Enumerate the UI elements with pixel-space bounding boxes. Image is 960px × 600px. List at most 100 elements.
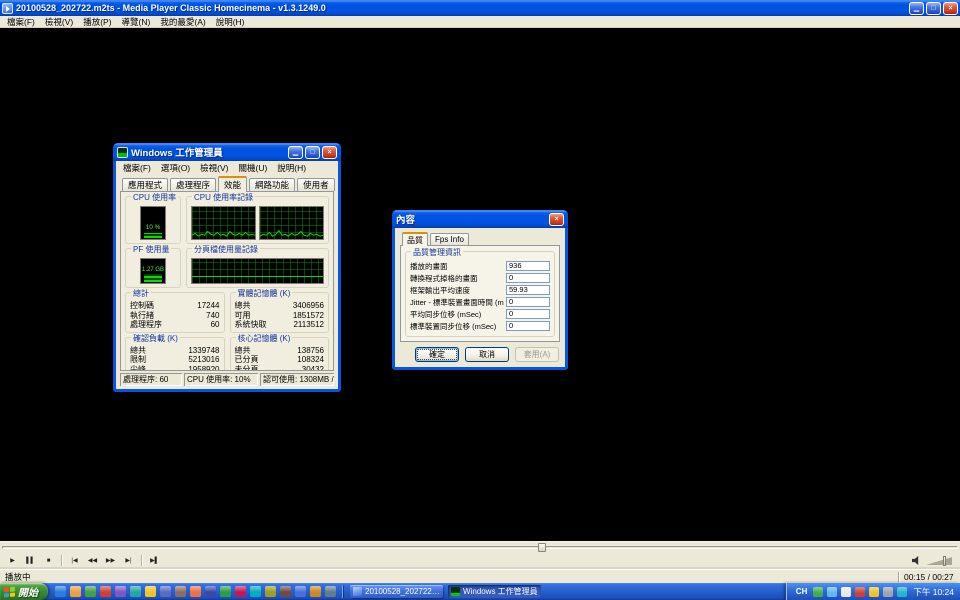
pause-button[interactable]: ▌▌	[22, 554, 39, 568]
quicklaunch-icon[interactable]	[175, 586, 186, 597]
stat-label: 系統快取	[235, 320, 267, 330]
taskmgr-close-button[interactable]: ×	[322, 146, 337, 159]
quicklaunch-icon[interactable]	[310, 586, 321, 597]
menu-favorites[interactable]: 我的最愛(A)	[155, 16, 210, 28]
taskbar-clock[interactable]: 下午 10:24	[911, 586, 954, 598]
status-commit-charge: 認可使用: 1308MB / 5090MB	[260, 373, 334, 386]
jitter-field[interactable]: 0	[506, 297, 550, 307]
start-button[interactable]: 開始	[0, 583, 48, 600]
seek-channel[interactable]	[2, 546, 958, 549]
taskmgr-menu-file[interactable]: 檔案(F)	[118, 162, 156, 174]
taskmgr-menu-help[interactable]: 說明(H)	[272, 162, 311, 174]
tray-icon[interactable]	[841, 587, 851, 597]
quicklaunch-icon[interactable]	[70, 586, 81, 597]
group-title: 核心記憶體 (K)	[236, 333, 293, 344]
taskmgr-maximize-button[interactable]: □	[305, 146, 320, 159]
quicklaunch-icon[interactable]	[130, 586, 141, 597]
quicklaunch-icon[interactable]	[235, 586, 246, 597]
seek-thumb[interactable]	[538, 543, 546, 552]
stop-button[interactable]: ■	[40, 554, 57, 568]
menu-play[interactable]: 播放(P)	[78, 16, 116, 28]
avg-sync-offset-field[interactable]: 0	[506, 309, 550, 319]
taskmgr-menu-view[interactable]: 檢視(V)	[195, 162, 233, 174]
quicklaunch-icon[interactable]	[280, 586, 291, 597]
tray-icon[interactable]	[813, 587, 823, 597]
tray-icon[interactable]	[855, 587, 865, 597]
volume-icon[interactable]	[912, 556, 922, 565]
quicklaunch-icon[interactable]	[55, 586, 66, 597]
quicklaunch-icon[interactable]	[115, 586, 126, 597]
menu-navigate[interactable]: 導覽(N)	[117, 16, 156, 28]
quicklaunch-icon[interactable]	[190, 586, 201, 597]
std-sync-offset-field[interactable]: 0	[506, 321, 550, 331]
quicklaunch-icon[interactable]	[205, 586, 216, 597]
group-title: PF 使用量	[131, 244, 171, 255]
frame-rate-field[interactable]: 59.93	[506, 285, 550, 295]
volume-thumb[interactable]	[943, 556, 946, 566]
skip-back-button[interactable]: |◀	[66, 554, 83, 568]
seek-bar[interactable]	[0, 541, 960, 552]
dialog-buttons: 確定 取消 套用(A)	[400, 342, 560, 362]
ok-button[interactable]: 確定	[415, 347, 459, 362]
menu-view[interactable]: 檢視(V)	[40, 16, 78, 28]
language-indicator[interactable]: CH	[794, 587, 810, 596]
pf-usage-meter: 1.27 GB	[140, 258, 166, 284]
quicklaunch-icon[interactable]	[325, 586, 336, 597]
tab-performance[interactable]: 效能	[218, 176, 247, 192]
toolbar-separator	[61, 555, 62, 566]
group-title: 分頁檔使用量記錄	[192, 244, 260, 255]
pf-history-group: 分頁檔使用量記錄	[186, 248, 329, 288]
quicklaunch-icon[interactable]	[145, 586, 156, 597]
volume-slider[interactable]	[926, 555, 952, 566]
menu-file[interactable]: 檔案(F)	[2, 16, 40, 28]
menu-help[interactable]: 說明(H)	[211, 16, 250, 28]
stat-label: 總共	[235, 346, 251, 356]
tray-icon[interactable]	[827, 587, 837, 597]
mpc-task-icon	[353, 587, 362, 596]
tray-icon[interactable]	[897, 587, 907, 597]
start-label: 開始	[18, 584, 38, 599]
fast-forward-button[interactable]: ▶▶	[102, 554, 119, 568]
frames-dropped-field[interactable]: 0	[506, 273, 550, 283]
tab-networking[interactable]: 網路功能	[249, 178, 295, 191]
mpc-titlebar[interactable]: 20100528_202722.m2ts - Media Player Clas…	[0, 0, 960, 16]
quicklaunch-icon[interactable]	[295, 586, 306, 597]
taskbar-button-mpc[interactable]: 20100528_202722.m...	[350, 585, 443, 598]
quicklaunch-icon[interactable]	[85, 586, 96, 597]
close-button[interactable]: ×	[943, 2, 958, 15]
quicklaunch-icon[interactable]	[160, 586, 171, 597]
tab-quality[interactable]: 品質	[402, 232, 428, 246]
tray-icon[interactable]	[869, 587, 879, 597]
taskmgr-statistics: 總計 控制碼17244 執行緒740 處理程序60 實體記憶體 (K) 總共34…	[125, 292, 329, 371]
frames-played-field[interactable]: 936	[506, 261, 550, 271]
tray-icon[interactable]	[883, 587, 893, 597]
task-button-label: Windows 工作管理員	[463, 586, 538, 597]
play-button[interactable]: ▶	[4, 554, 21, 568]
field-row: 平均同步位移 (mSec) 0	[409, 308, 551, 320]
tab-users[interactable]: 使用者	[297, 178, 335, 191]
taskmgr-titlebar[interactable]: Windows 工作管理員 ▁ □ ×	[113, 143, 341, 161]
tab-applications[interactable]: 應用程式	[122, 178, 168, 191]
dialog-titlebar[interactable]: 內容 ×	[392, 210, 568, 228]
dialog-close-button[interactable]: ×	[549, 213, 564, 226]
taskmgr-tabs: 應用程式 處理程序 效能 網路功能 使用者	[120, 176, 334, 191]
quicklaunch-icon[interactable]	[220, 586, 231, 597]
dialog-title: 內容	[396, 212, 546, 226]
quicklaunch-icon[interactable]	[100, 586, 111, 597]
field-row: 播放的畫面 936	[409, 260, 551, 272]
quicklaunch-icon[interactable]	[265, 586, 276, 597]
taskmgr-menu-options[interactable]: 選項(O)	[156, 162, 195, 174]
maximize-button[interactable]: □	[926, 2, 941, 15]
cancel-button[interactable]: 取消	[465, 347, 509, 362]
tab-processes[interactable]: 處理程序	[170, 178, 216, 191]
skip-forward-button[interactable]: ▶|	[120, 554, 137, 568]
quicklaunch-icon[interactable]	[250, 586, 261, 597]
field-row: 標準裝置同步位移 (mSec) 0	[409, 320, 551, 332]
minimize-button[interactable]: ▁	[909, 2, 924, 15]
frame-step-button[interactable]: ▶▌	[146, 554, 163, 568]
taskmgr-minimize-button[interactable]: ▁	[288, 146, 303, 159]
taskmgr-menu-shutdown[interactable]: 關機(U)	[233, 162, 272, 174]
taskbar-button-taskmgr[interactable]: Windows 工作管理員	[448, 585, 541, 598]
rewind-button[interactable]: ◀◀	[84, 554, 101, 568]
tab-fps-info[interactable]: Fps Info	[430, 233, 469, 245]
